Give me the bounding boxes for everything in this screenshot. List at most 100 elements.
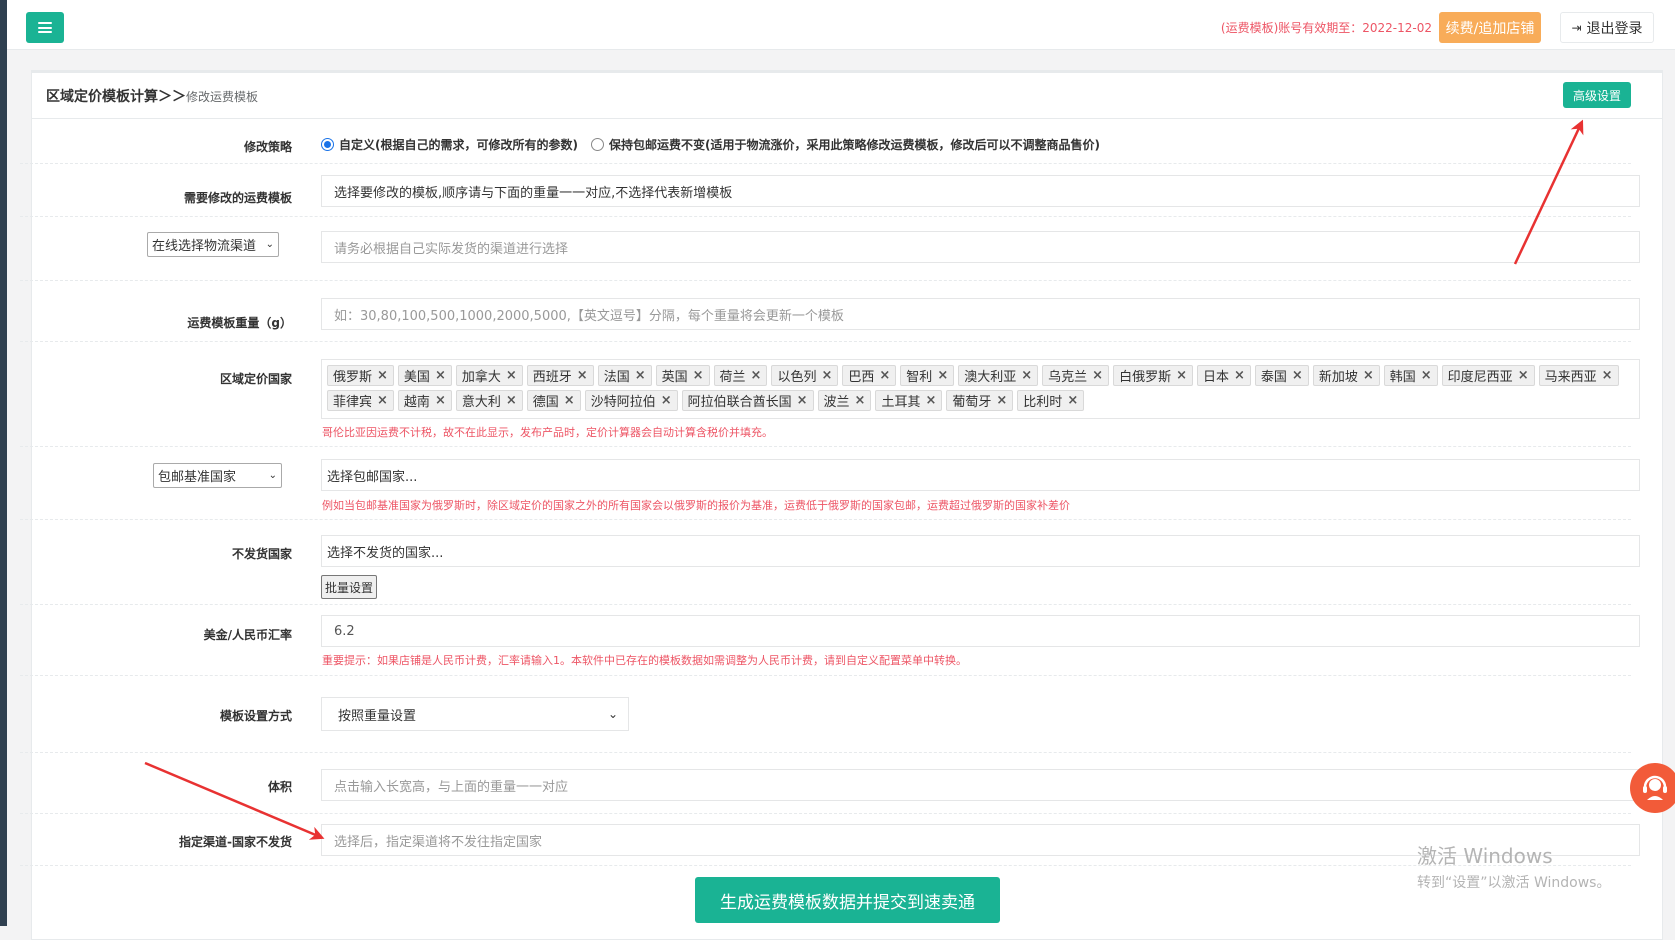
logistics-channel-field[interactable]: 请务必根据自己实际发货的渠道进行选择 (321, 231, 1640, 263)
remove-tag-icon[interactable]: × (996, 393, 1007, 408)
remove-tag-icon[interactable]: × (751, 368, 762, 383)
region-tag-label: 波兰 (823, 395, 850, 410)
remove-tag-icon[interactable]: × (506, 393, 517, 408)
logout-button[interactable]: ⇥ 退出登录 (1560, 12, 1654, 43)
menu-toggle-button[interactable] (26, 12, 64, 43)
region-tag: 西班牙 × (526, 365, 594, 386)
divider (20, 280, 1631, 281)
advanced-settings-button[interactable]: 高级设置 (1563, 82, 1631, 108)
volume-input[interactable]: 点击输入长宽高，与上面的重量一一对应 (321, 769, 1640, 801)
strategy-radio-custom[interactable] (321, 138, 334, 151)
region-tag-label: 西班牙 (532, 370, 572, 385)
remove-tag-icon[interactable]: × (377, 393, 388, 408)
renew-button[interactable]: 续费/追加店铺 (1439, 12, 1541, 43)
remove-tag-icon[interactable]: × (377, 368, 388, 383)
strategy-label: 修改策略 (243, 140, 292, 154)
region-tag: 新加坡 × (1312, 365, 1380, 386)
region-tag: 俄罗斯 × (327, 365, 394, 386)
template-select-field[interactable]: 选择要修改的模板,顺序请与下面的重量一一对应,不选择代表新增模板 (321, 175, 1640, 207)
remove-tag-icon[interactable]: × (879, 368, 890, 383)
exchange-rate-input[interactable]: 6.2 (321, 615, 1640, 647)
region-tag: 美国 × (397, 365, 452, 386)
remove-tag-icon[interactable]: × (1067, 393, 1078, 408)
windows-activation-watermark: 激活 Windows 转到“设置”以激活 Windows。 (1417, 840, 1610, 892)
region-tag-label: 泰国 (1260, 370, 1287, 385)
region-tag: 葡萄牙 × (946, 390, 1014, 411)
remove-tag-icon[interactable]: × (693, 368, 704, 383)
free-shipping-country-field[interactable]: 选择包邮国家... (321, 459, 1640, 491)
strategy-option-custom[interactable]: 自定义(根据自己的需求，可修改所有的参数) (339, 136, 578, 153)
breadcrumb-current: 修改运费模板 (186, 90, 259, 104)
remove-tag-icon[interactable]: × (925, 393, 936, 408)
region-tag: 澳大利亚 × (958, 365, 1039, 386)
remove-tag-icon[interactable]: × (1234, 368, 1245, 383)
divider (20, 604, 1631, 605)
region-tag: 日本 × (1196, 365, 1251, 386)
template-method-select[interactable]: 按照重量设置 ⌄ (321, 697, 629, 731)
expire-notice: (运费模板)账号有效期至：2022-12-02 (1220, 21, 1432, 35)
remove-tag-icon[interactable]: × (1602, 368, 1613, 383)
divider (20, 341, 1631, 342)
region-tag-label: 葡萄牙 (952, 395, 992, 410)
remove-tag-icon[interactable]: × (435, 393, 446, 408)
customer-support-button[interactable] (1630, 763, 1675, 813)
region-tag-label: 日本 (1202, 370, 1229, 385)
region-tag-label: 荷兰 (719, 370, 746, 385)
region-tag-label: 法国 (603, 370, 630, 385)
remove-tag-icon[interactable]: × (506, 368, 517, 383)
region-tag: 阿拉伯联合酋长国 × (681, 390, 814, 411)
watermark-line2: 转到“设置”以激活 Windows。 (1417, 875, 1611, 891)
breadcrumb-main: 区域定价模板计算＞＞ (46, 89, 186, 105)
divider (20, 216, 1631, 217)
remove-tag-icon[interactable]: × (1518, 368, 1529, 383)
divider (20, 813, 1631, 814)
remove-tag-icon[interactable]: × (564, 393, 575, 408)
remove-tag-icon[interactable]: × (855, 393, 866, 408)
weight-placeholder: 如：30,80,100,500,1000,2000,5000,【英文逗号】分隔，… (334, 308, 844, 324)
remove-tag-icon[interactable]: × (435, 368, 446, 383)
exchange-rate-hint: 重要提示：如果店铺是人民币计费，汇率请输入1。本软件中已存在的模板数据如需调整为… (322, 654, 967, 667)
region-tag-label: 阿拉伯联合酋长国 (687, 395, 792, 410)
region-tag-label: 智利 (906, 370, 933, 385)
remove-tag-icon[interactable]: × (1363, 368, 1374, 383)
strategy-option-keep-free-shipping[interactable]: 保持包邮运费不变(适用于物流涨价，采用此策略修改运费模板，修改后可以不调整商品售… (609, 136, 1100, 153)
no-ship-country-field[interactable]: 选择不发货的国家... (321, 535, 1640, 567)
template-method-value: 按照重量设置 (338, 708, 417, 724)
remove-tag-icon[interactable]: × (1092, 368, 1103, 383)
remove-tag-icon[interactable]: × (577, 368, 588, 383)
strategy-radio-keep-free-shipping[interactable] (590, 138, 604, 151)
region-tag-label: 新加坡 (1318, 370, 1358, 385)
remove-tag-icon[interactable]: × (635, 368, 646, 383)
weight-input[interactable]: 如：30,80,100,500,1000,2000,5000,【英文逗号】分隔，… (321, 298, 1640, 330)
batch-settings-button[interactable]: 批量设置 (321, 575, 378, 599)
region-countries-field[interactable]: 俄罗斯 × 美国 × 加拿大 × 西班牙 × 法国 × 英国 × 荷兰 × 以色列 × 巴西 × 智利 × 澳大利亚 × 乌… (321, 359, 1640, 419)
remove-tag-icon[interactable]: × (1021, 368, 1032, 383)
regions-hint: 哥伦比亚因运费不计税，故不在此显示，发布产品时，定价计算器会自动计算含税价并填充… (322, 426, 773, 439)
sidebar-edge (0, 0, 7, 926)
remove-tag-icon[interactable]: × (1421, 368, 1432, 383)
free-shipping-base-select-label: 包邮基准国家 (158, 470, 237, 485)
no-ship-label: 不发货国家 (231, 547, 292, 561)
region-tag: 以色列 × (771, 365, 839, 386)
region-tag-label: 菲律宾 (333, 395, 373, 410)
remove-tag-icon[interactable]: × (937, 368, 948, 383)
channel-block-label: 指定渠道-国家不发货 (179, 835, 292, 849)
remove-tag-icon[interactable]: × (661, 393, 672, 408)
remove-tag-icon[interactable]: × (821, 368, 832, 383)
region-tag-label: 俄罗斯 (333, 370, 373, 385)
region-tag-label: 比利时 (1023, 395, 1063, 410)
divider (20, 163, 1631, 164)
logistics-channel-select-label: 在线选择物流渠道 (152, 239, 257, 254)
divider (20, 519, 1631, 520)
remove-tag-icon[interactable]: × (1292, 368, 1303, 383)
logistics-channel-select[interactable]: 在线选择物流渠道 ⌄ (147, 232, 279, 257)
free-shipping-base-select[interactable]: 包邮基准国家 ⌄ (153, 463, 282, 488)
divider (20, 752, 1631, 753)
region-tag-label: 韩国 (1389, 370, 1416, 385)
remove-tag-icon[interactable]: × (1176, 368, 1187, 383)
region-tag: 印度尼西亚 × (1441, 365, 1535, 386)
template-label: 需要修改的运费模板 (183, 191, 292, 205)
region-tag: 沙特阿拉伯 × (584, 390, 678, 411)
remove-tag-icon[interactable]: × (797, 393, 808, 408)
submit-button[interactable]: 生成运费模板数据并提交到速卖通 (695, 877, 1000, 923)
